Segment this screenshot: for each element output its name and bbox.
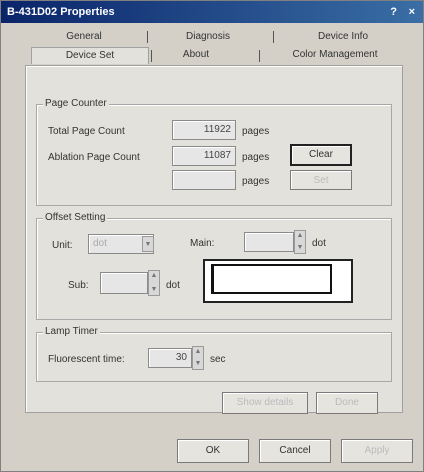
total-page-count-field[interactable]: 11922 (172, 120, 236, 140)
tab-color-management[interactable]: Color Management (271, 47, 399, 63)
unit-label: Unit: (52, 240, 73, 251)
ablation-page-count-field[interactable]: 11087 (172, 146, 236, 166)
tab-device-info[interactable]: Device Info (287, 29, 399, 45)
apply-button[interactable]: Apply (341, 439, 413, 463)
done-button[interactable]: Done (316, 392, 378, 414)
tab-separator (147, 31, 148, 43)
tab-about[interactable]: About (161, 47, 231, 63)
pages-unit-label: pages (242, 152, 270, 163)
title-bar[interactable]: B-431D02 Properties ? × (1, 1, 423, 23)
set-button[interactable]: Set (290, 170, 352, 190)
ablation-page-count-label: Ablation Page Count (48, 152, 140, 163)
main-offset-field[interactable] (244, 232, 294, 252)
fluorescent-time-stepper[interactable]: ▲ ▼ (192, 346, 204, 370)
sub-offset-field[interactable] (100, 272, 148, 294)
tab-device-set[interactable]: Device Set (31, 47, 149, 64)
fluorescent-time-label: Fluorescent time: (48, 354, 125, 365)
offset-preview (203, 259, 353, 303)
device-set-panel: Page Counter Total Page Count 11922 page… (25, 65, 403, 414)
sub-offset-stepper[interactable]: ▲ ▼ (148, 270, 160, 296)
tab-separator (151, 50, 152, 62)
sub-unit-label: dot (166, 280, 180, 291)
offset-preview-page (211, 264, 332, 294)
help-icon[interactable]: ? (390, 1, 397, 23)
chevron-down-icon: ▼ (144, 241, 152, 248)
fluorescent-time-field[interactable]: 30 (148, 348, 192, 368)
arrow-down-icon[interactable]: ▼ (149, 286, 159, 294)
arrow-up-icon[interactable]: ▲ (295, 232, 305, 240)
arrow-up-icon[interactable]: ▲ (193, 348, 203, 356)
sub-label: Sub: (68, 280, 89, 291)
group-title-page-counter: Page Counter (43, 98, 109, 109)
cancel-button[interactable]: Cancel (259, 439, 331, 463)
tab-general[interactable]: General (41, 29, 127, 45)
main-offset-stepper[interactable]: ▲ ▼ (294, 230, 306, 254)
seconds-unit-label: sec (210, 354, 226, 365)
arrow-up-icon[interactable]: ▲ (149, 272, 159, 280)
unit-dropdown-button[interactable]: ▼ (142, 236, 154, 252)
tab-diagnosis[interactable]: Diagnosis (161, 29, 255, 45)
pages-unit-label: pages (242, 176, 270, 187)
window-title: B-431D02 Properties (7, 6, 115, 18)
pages-unit-label: pages (242, 126, 270, 137)
main-label: Main: (190, 238, 215, 249)
show-details-button[interactable]: Show details (222, 392, 308, 414)
main-unit-label: dot (312, 238, 326, 249)
properties-dialog: B-431D02 Properties ? × General Diagnosi… (0, 0, 424, 472)
clear-button[interactable]: Clear (290, 144, 352, 166)
ok-button[interactable]: OK (177, 439, 249, 463)
group-title-lamp-timer: Lamp Timer (43, 326, 100, 337)
arrow-down-icon[interactable]: ▼ (193, 360, 203, 368)
tab-separator (273, 31, 274, 43)
group-title-offset-setting: Offset Setting (43, 212, 108, 223)
close-icon[interactable]: × (409, 1, 415, 23)
total-page-count-label: Total Page Count (48, 126, 125, 137)
page-count-field[interactable] (172, 170, 236, 190)
arrow-down-icon[interactable]: ▼ (295, 244, 305, 252)
tab-separator (259, 50, 260, 62)
